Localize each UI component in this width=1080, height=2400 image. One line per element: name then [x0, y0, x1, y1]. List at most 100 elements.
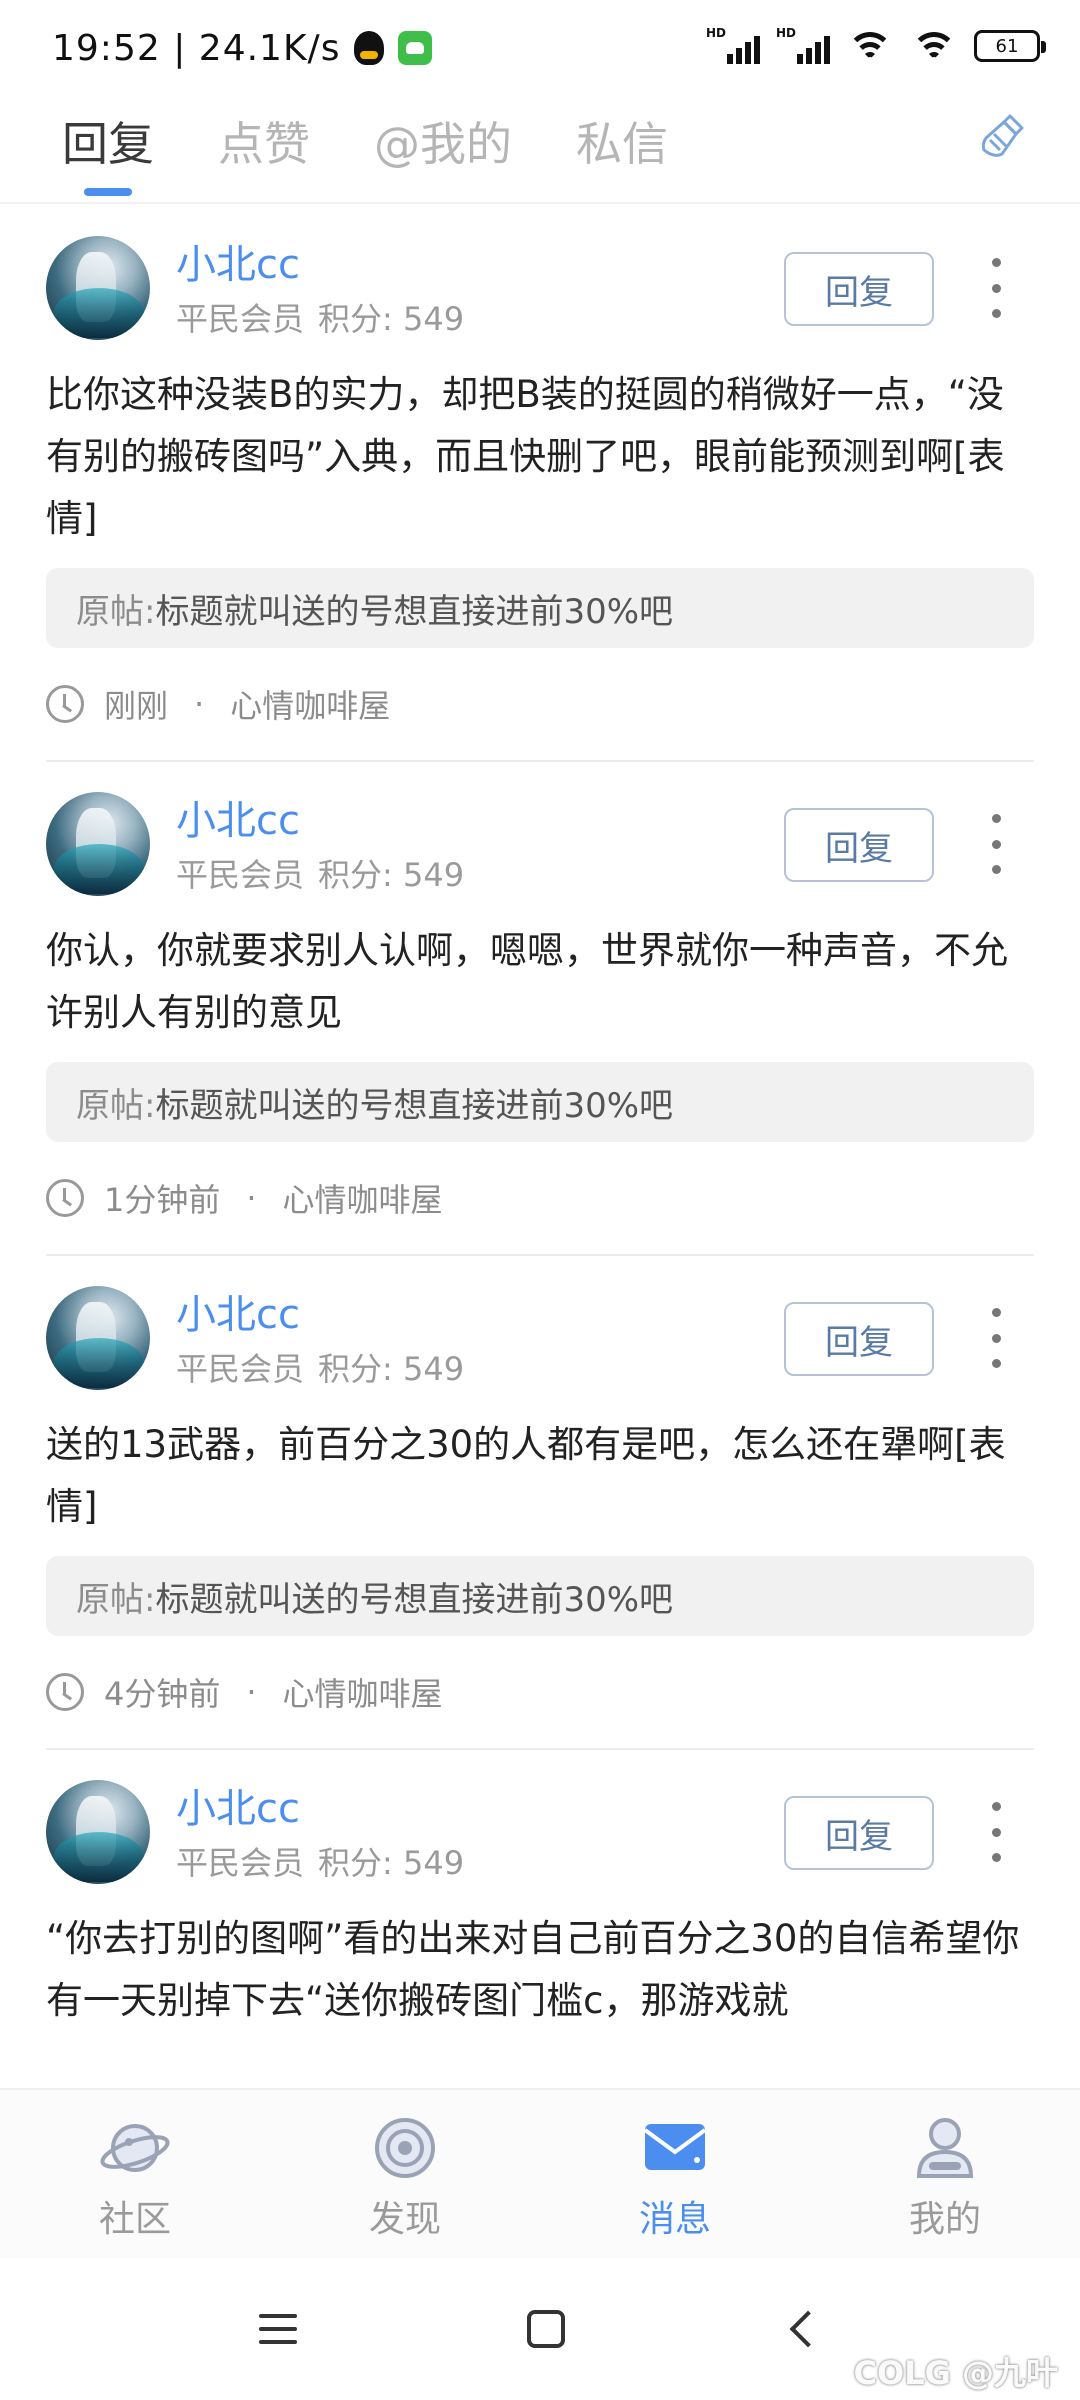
status-bar: 19:52 | 24.1K/s HD HD 61	[0, 0, 1080, 96]
tab-mentions[interactable]: @我的	[374, 96, 512, 200]
reply-content[interactable]: 你认，你就要求别人认啊，嗯嗯，世界就你一种声音，不允许别人有别的意见	[46, 920, 1034, 1044]
user-points: 积分: 549	[318, 1844, 465, 1882]
tab-private-messages[interactable]: 私信	[576, 96, 668, 200]
nav-label: 发现	[368, 2199, 441, 2240]
user-meta: 平民会员 积分: 549	[176, 1838, 464, 1884]
hd-label-2: HD	[776, 26, 797, 40]
bottom-navigation: 社区 发现 消息 我的	[0, 2088, 1080, 2258]
status-time: 19:52 | 24.1K/s	[52, 28, 340, 69]
reply-button[interactable]: 回复	[784, 1796, 934, 1870]
quote-text: 标题就叫送的号想直接进前30%吧	[155, 591, 674, 632]
reply-card[interactable]: 小北cc 平民会员 积分: 549 回复 “你去打别的图啊”看的出来对自己前百分之…	[46, 1748, 1034, 2032]
avatar[interactable]	[46, 792, 150, 896]
reply-list[interactable]: 小北cc 平民会员 积分: 549 回复 比你这种没装B的实力，却把B装的挺圆的稍…	[0, 206, 1080, 2088]
member-rank: 平民会员	[176, 856, 305, 894]
nav-label: 我的	[908, 2199, 981, 2240]
user-meta: 平民会员 积分: 549	[176, 850, 464, 896]
reply-card[interactable]: 小北cc 平民会员 积分: 549 回复 你认，你就要求别人认啊，嗯嗯，世界就你一…	[46, 760, 1034, 1254]
username[interactable]: 小北cc	[176, 232, 300, 290]
reply-button[interactable]: 回复	[784, 1302, 934, 1376]
user-points: 积分: 549	[318, 856, 465, 894]
quote-text: 标题就叫送的号想直接进前30%吧	[155, 1085, 674, 1126]
avatar[interactable]	[46, 1286, 150, 1390]
app-notification-icon	[398, 31, 433, 65]
battery-level: 61	[995, 35, 1019, 57]
reply-footer: 刚刚 · 心情咖啡屋	[46, 648, 1034, 760]
back-icon[interactable]	[789, 2310, 827, 2348]
username[interactable]: 小北cc	[176, 1776, 300, 1834]
status-separator: |	[173, 27, 187, 69]
reply-content[interactable]: “你去打别的图啊”看的出来对自己前百分之30的自信希望你有一天别掉下去“送你搬砖…	[46, 1908, 1034, 2032]
reply-card[interactable]: 小北cc 平民会员 积分: 549 回复 比你这种没装B的实力，却把B装的挺圆的稍…	[0, 206, 1080, 760]
nav-messages[interactable]: 消息	[540, 2090, 810, 2258]
user-points: 积分: 549	[318, 300, 465, 338]
battery-icon: 61	[974, 30, 1046, 62]
message-tabs: 回复 点赞 @我的 私信	[0, 96, 1080, 204]
notification-icons	[354, 31, 433, 65]
quote-label: 原帖:	[76, 1085, 156, 1126]
quote-text: 标题就叫送的号想直接进前30%吧	[155, 1579, 674, 1620]
original-post-quote[interactable]: 原帖: 标题就叫送的号想直接进前30%吧	[46, 1556, 1034, 1636]
clock-icon	[46, 1673, 84, 1711]
recent-apps-icon[interactable]	[259, 2314, 297, 2344]
more-options-icon[interactable]	[986, 1308, 1006, 1368]
reply-card[interactable]: 小北cc 平民会员 积分: 549 回复 送的13武器，前百分之30的人都有是吧，…	[46, 1254, 1034, 1748]
planet-icon	[100, 2124, 170, 2172]
member-rank: 平民会员	[176, 300, 305, 338]
clear-broom-icon[interactable]	[976, 110, 1030, 164]
reply-button[interactable]: 回复	[784, 808, 934, 882]
reply-footer: 1分钟前 · 心情咖啡屋	[46, 1142, 1034, 1254]
member-rank: 平民会员	[176, 1350, 305, 1388]
network-speed: 24.1K/s	[198, 27, 341, 69]
nav-discover[interactable]: 发现	[270, 2090, 540, 2258]
clock-icon	[46, 1179, 84, 1217]
reply-button[interactable]: 回复	[784, 252, 934, 326]
wifi-icon	[846, 28, 894, 64]
dot-separator: ·	[246, 1673, 257, 1711]
nav-profile[interactable]: 我的	[810, 2090, 1080, 2258]
nav-label: 社区	[98, 2199, 171, 2240]
dot-separator: ·	[194, 685, 205, 723]
watermark: COLG @九叶	[853, 2354, 1059, 2392]
profile-icon	[916, 2118, 974, 2178]
member-rank: 平民会员	[176, 1844, 305, 1882]
avatar[interactable]	[46, 1780, 150, 1884]
avatar[interactable]	[46, 236, 150, 340]
status-indicators: HD HD 61	[706, 26, 1046, 64]
more-options-icon[interactable]	[986, 1802, 1006, 1862]
user-meta: 平民会员 积分: 549	[176, 1344, 464, 1390]
reply-content[interactable]: 比你这种没装B的实力，却把B装的挺圆的稍微好一点，“没有别的搬砖图吗”入典，而且…	[46, 364, 1034, 550]
tab-likes[interactable]: 点赞	[218, 96, 310, 200]
wifi-icon-2	[910, 28, 958, 64]
reply-content[interactable]: 送的13武器，前百分之30的人都有是吧，怎么还在犟啊[表情]	[46, 1414, 1034, 1538]
tab-replies[interactable]: 回复	[62, 96, 154, 200]
nav-label: 消息	[638, 2199, 711, 2240]
original-post-quote[interactable]: 原帖: 标题就叫送的号想直接进前30%吧	[46, 1062, 1034, 1142]
reply-time: 4分钟前	[104, 1675, 221, 1713]
target-icon	[375, 2118, 435, 2178]
signal-icon: HD	[706, 26, 760, 64]
reply-footer: 4分钟前 · 心情咖啡屋	[46, 1636, 1034, 1748]
dot-separator: ·	[246, 1179, 257, 1217]
username[interactable]: 小北cc	[176, 1282, 300, 1340]
reply-time: 1分钟前	[104, 1181, 221, 1219]
more-options-icon[interactable]	[986, 258, 1006, 318]
user-points: 积分: 549	[318, 1350, 465, 1388]
reply-time: 刚刚	[104, 687, 169, 725]
qq-icon	[354, 31, 385, 65]
username[interactable]: 小北cc	[176, 788, 300, 846]
clock-text: 19:52	[52, 27, 161, 69]
nav-community[interactable]: 社区	[0, 2090, 270, 2258]
forum-name[interactable]: 心情咖啡屋	[230, 681, 390, 727]
forum-name[interactable]: 心情咖啡屋	[283, 1175, 443, 1221]
mail-icon	[643, 2124, 707, 2170]
more-options-icon[interactable]	[986, 814, 1006, 874]
original-post-quote[interactable]: 原帖: 标题就叫送的号想直接进前30%吧	[46, 568, 1034, 648]
signal-icon-2: HD	[776, 26, 830, 64]
forum-name[interactable]: 心情咖啡屋	[283, 1669, 443, 1715]
home-icon[interactable]	[527, 2310, 565, 2348]
user-meta: 平民会员 积分: 549	[176, 294, 464, 340]
quote-label: 原帖:	[76, 591, 156, 632]
hd-label: HD	[706, 26, 727, 40]
quote-label: 原帖:	[76, 1579, 156, 1620]
